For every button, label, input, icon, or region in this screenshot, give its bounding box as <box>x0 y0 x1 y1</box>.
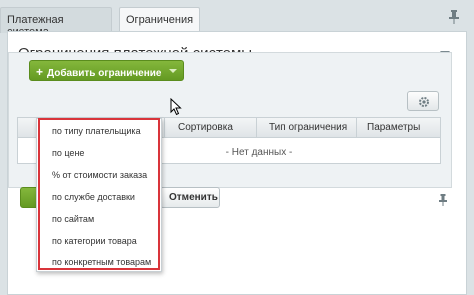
pin-icon[interactable] <box>438 194 448 206</box>
menu-item-order-percent[interactable]: % от стоимости заказа <box>52 170 147 180</box>
column-divider <box>164 118 165 138</box>
menu-item-payer-type[interactable]: по типу плательщика <box>52 126 141 136</box>
menu-item-sites[interactable]: по сайтам <box>52 214 94 224</box>
tab-payment-system[interactable]: Платежная система <box>0 7 112 38</box>
gear-icon <box>419 97 429 107</box>
pin-icon[interactable] <box>448 10 460 24</box>
menu-item-product-category[interactable]: по категории товара <box>52 236 137 246</box>
add-restriction-dropdown: по типу плательщика по цене % от стоимос… <box>36 118 162 272</box>
column-header-sort[interactable]: Сортировка <box>178 122 233 133</box>
column-header-params[interactable]: Параметры <box>367 122 420 133</box>
plus-icon: + <box>36 65 44 79</box>
chevron-down-icon <box>169 69 177 73</box>
menu-item-specific-products[interactable]: по конкретным товарам <box>52 257 151 267</box>
tab-bar: Платежная система Ограничения <box>0 0 474 38</box>
column-header-type[interactable]: Тип ограничения <box>269 122 347 133</box>
tab-restrictions[interactable]: Ограничения <box>119 7 200 33</box>
column-divider <box>356 118 357 138</box>
menu-item-price[interactable]: по цене <box>52 148 84 158</box>
column-divider <box>256 118 257 138</box>
add-restriction-label: Добавить ограничение <box>47 68 162 79</box>
mouse-cursor-icon <box>170 98 182 116</box>
menu-item-delivery-service[interactable]: по службе доставки <box>52 192 135 202</box>
add-restriction-button[interactable]: + Добавить ограничение <box>29 60 184 81</box>
settings-button[interactable] <box>407 91 439 111</box>
cancel-button[interactable]: Отменить <box>160 187 220 208</box>
